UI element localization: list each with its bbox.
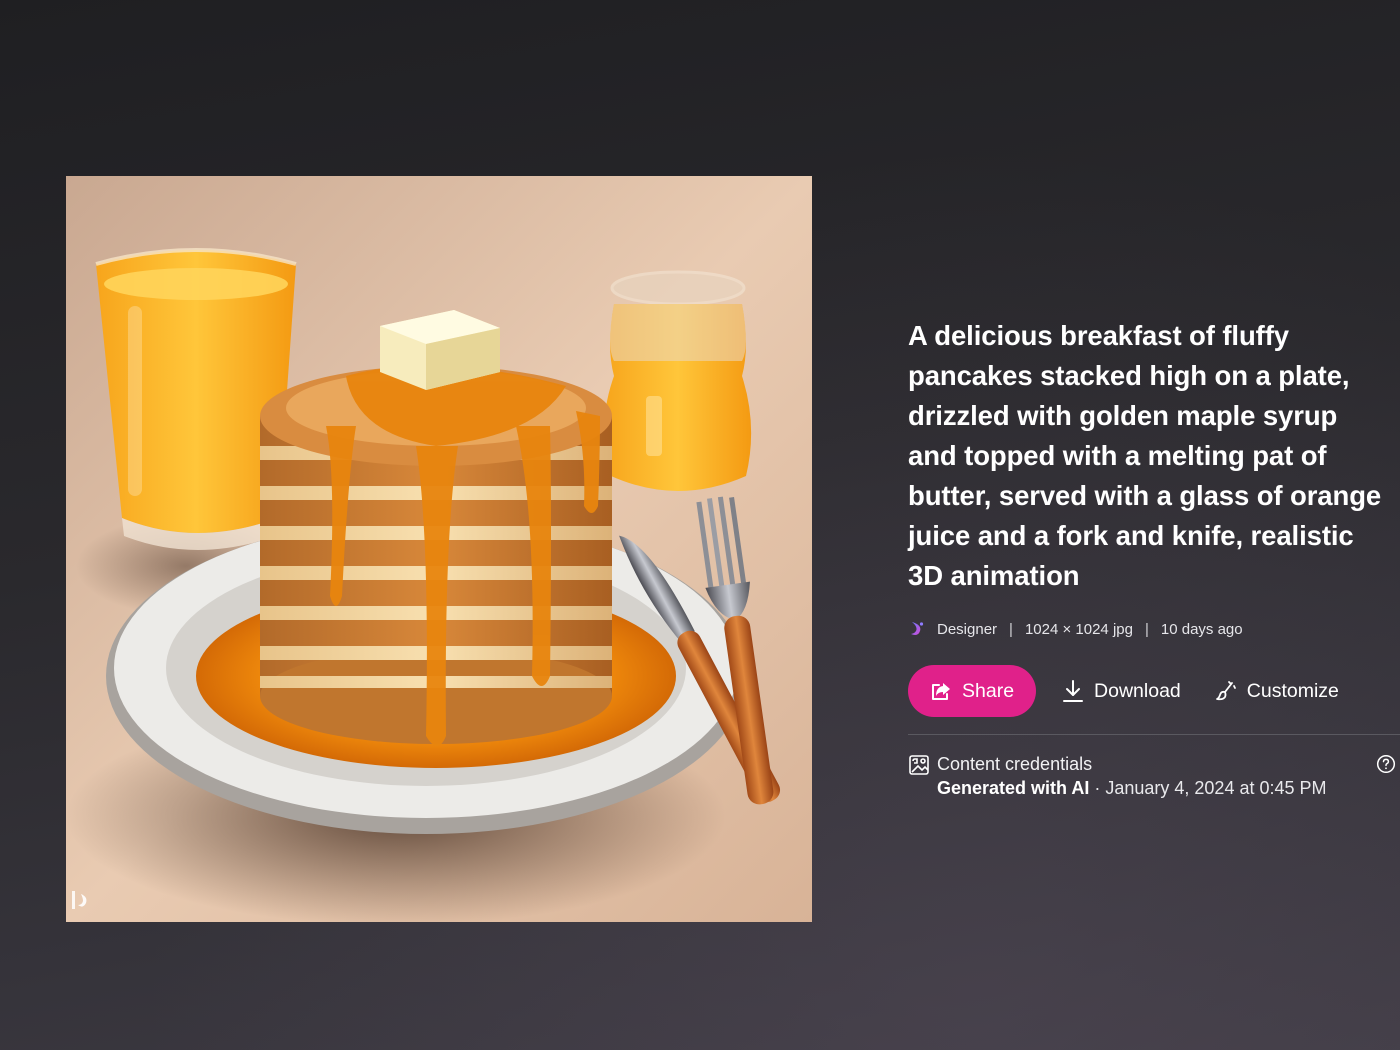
action-bar: Share Download Customize <box>908 665 1388 717</box>
download-icon <box>1062 679 1084 703</box>
image-age: 10 days ago <box>1160 620 1243 638</box>
divider <box>908 734 1400 735</box>
image-meta: Designer | 1024 × 1024 jpg | 10 days ago <box>908 618 1388 640</box>
customize-label: Customize <box>1246 679 1339 702</box>
pancakes-illustration <box>66 176 812 922</box>
content-credentials-icon <box>908 754 930 776</box>
share-icon <box>930 681 952 701</box>
help-icon[interactable] <box>1376 754 1396 774</box>
customize-brush-icon <box>1215 680 1237 702</box>
download-button[interactable]: Download <box>1062 679 1181 703</box>
share-label: Share <box>962 679 1015 702</box>
creator-label[interactable]: Designer <box>937 621 997 638</box>
customize-button[interactable]: Customize <box>1215 680 1339 703</box>
designer-logo-icon <box>908 620 926 638</box>
prompt-text: A delicious breakfast of fluffy pancakes… <box>908 320 1382 591</box>
generated-image[interactable] <box>66 176 812 922</box>
image-details-panel: A delicious breakfast of fluffy pancakes… <box>908 316 1400 800</box>
credentials-title[interactable]: Content credentials <box>937 752 1327 776</box>
image-dimensions: 1024 × 1024 jpg <box>1024 620 1133 638</box>
credentials-date: · January 4, 2024 at 0:45 PM <box>1089 778 1327 798</box>
share-button[interactable]: Share <box>908 665 1037 717</box>
meta-separator: | <box>1144 620 1149 638</box>
content-credentials: Content credentials Generated with AI · … <box>908 752 1396 800</box>
meta-separator: | <box>1009 620 1013 638</box>
designer-watermark-icon <box>66 882 96 918</box>
generated-with-ai: Generated with AI <box>937 778 1090 798</box>
download-label: Download <box>1094 679 1181 702</box>
